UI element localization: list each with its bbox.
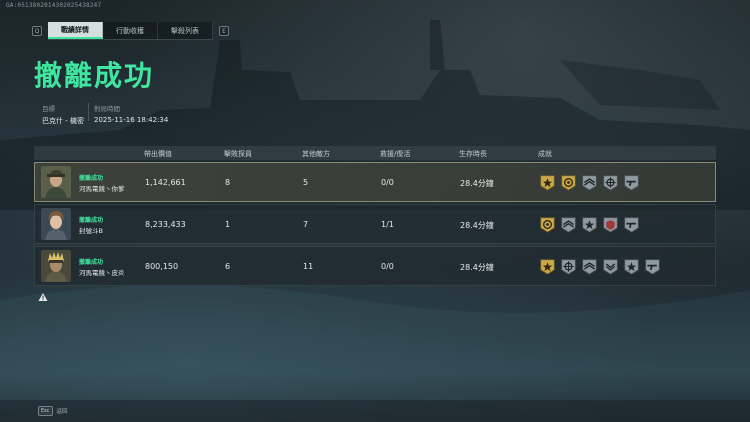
target-info: 目標 巴克什 - 機密	[42, 103, 84, 126]
gold-star-badge-icon[interactable]	[539, 174, 556, 191]
silver-wing-badge-icon[interactable]	[560, 216, 577, 233]
silver-crosshair-badge-icon[interactable]	[602, 174, 619, 191]
target-label: 目標	[42, 105, 55, 113]
player-name: 河馬電競丶你爹	[79, 185, 125, 193]
silver-wing-badge-icon[interactable]	[581, 258, 598, 275]
player-avatar	[41, 166, 71, 198]
back-button[interactable]: Esc 返回	[38, 406, 68, 416]
achievement-list	[539, 216, 640, 233]
silver-gun-badge-icon[interactable]	[623, 174, 640, 191]
operators-cell: 1	[225, 220, 231, 229]
silver-star-badge-icon[interactable]	[623, 258, 640, 275]
column-header-rescue: 救援/復活	[380, 150, 411, 158]
silver-star-badge-icon[interactable]	[581, 216, 598, 233]
tab-right-key-hint[interactable]: E	[219, 26, 229, 36]
player-row[interactable]: 撤離成功 封號斗B 8,233,433 1 7 1/1 28.4分鐘	[34, 204, 716, 244]
time-value: 2025-11-16 18:42:34	[94, 116, 169, 124]
target-value: 巴克什 - 機密	[42, 117, 84, 125]
achievement-list	[539, 174, 640, 191]
survival-cell: 28.4分鐘	[460, 179, 494, 188]
silver-gun-badge-icon[interactable]	[644, 258, 661, 275]
page-title: 撤離成功	[34, 59, 155, 92]
player-row[interactable]: 撤離成功 河馬電競丶你爹 1,142,661 8 5 0/0 28.4分鐘	[34, 162, 716, 202]
gold-medal-badge-icon[interactable]	[539, 216, 556, 233]
warning-icon[interactable]	[38, 292, 48, 302]
survival-cell: 28.4分鐘	[460, 221, 494, 230]
esc-key-hint: Esc	[38, 406, 53, 416]
bottom-bar	[0, 400, 750, 422]
player-row[interactable]: 撤離成功 河馬電競丶皮炎 800,150 6 11 0/0 28.4分鐘	[34, 246, 716, 286]
value-cell: 800,150	[145, 262, 179, 271]
gold-medal-badge-icon[interactable]	[560, 174, 577, 191]
tab-kill-list[interactable]: 擊殺列表	[158, 22, 213, 39]
operators-cell: 8	[225, 178, 231, 187]
column-header-enemies: 其他敵方	[302, 150, 330, 158]
rescue-cell: 0/0	[381, 178, 394, 187]
silver-gun-badge-icon[interactable]	[623, 216, 640, 233]
table-header: 帶出價值 擊敗探員 其他敵方 救援/復活 生存時長 成就	[34, 146, 716, 160]
enemies-cell: 7	[303, 220, 309, 229]
player-status: 撤離成功	[79, 259, 104, 266]
tab-left-key-hint[interactable]: Q	[32, 26, 42, 36]
column-header-survival: 生存時長	[459, 150, 487, 158]
operators-cell: 6	[225, 262, 231, 271]
silver-wing-badge-icon[interactable]	[581, 174, 598, 191]
tab-battle-details[interactable]: 戰績詳情	[48, 22, 103, 39]
achievement-list	[539, 258, 661, 275]
column-header-achievements: 成就	[538, 150, 552, 158]
player-status: 撤離成功	[79, 217, 104, 224]
tab-bar: Q 戰績詳情 行動收穫 擊殺列表 E	[32, 22, 229, 40]
column-header-operators: 擊敗探員	[224, 150, 252, 158]
time-label: 對局時間	[94, 105, 120, 113]
enemies-cell: 5	[303, 178, 309, 187]
survival-cell: 28.4分鐘	[460, 263, 494, 272]
player-name: 河馬電競丶皮炎	[79, 269, 125, 277]
back-label: 返回	[56, 409, 68, 415]
silver-chevron-badge-icon[interactable]	[602, 258, 619, 275]
player-avatar	[41, 208, 71, 240]
tab-strip: 戰績詳情 行動收穫 擊殺列表	[48, 22, 213, 40]
rescue-cell: 1/1	[381, 220, 394, 229]
tab-operation-gains[interactable]: 行動收穫	[103, 22, 158, 39]
gold-star-badge-icon[interactable]	[539, 258, 556, 275]
enemies-cell: 11	[303, 262, 314, 271]
value-cell: 8,233,433	[145, 220, 186, 229]
rescue-cell: 0/0	[381, 262, 394, 271]
player-status: 撤離成功	[79, 175, 104, 182]
session-id: GA:0513802014302025438247	[6, 2, 102, 9]
red-shield-badge-icon[interactable]	[602, 216, 619, 233]
player-name: 封號斗B	[79, 227, 103, 235]
time-info: 對局時間 2025-11-16 18:42:34	[94, 103, 168, 124]
player-avatar	[41, 250, 71, 282]
column-header-value: 帶出價值	[144, 150, 172, 158]
silver-crosshair-badge-icon[interactable]	[560, 258, 577, 275]
info-divider	[88, 103, 89, 121]
value-cell: 1,142,661	[145, 178, 186, 187]
